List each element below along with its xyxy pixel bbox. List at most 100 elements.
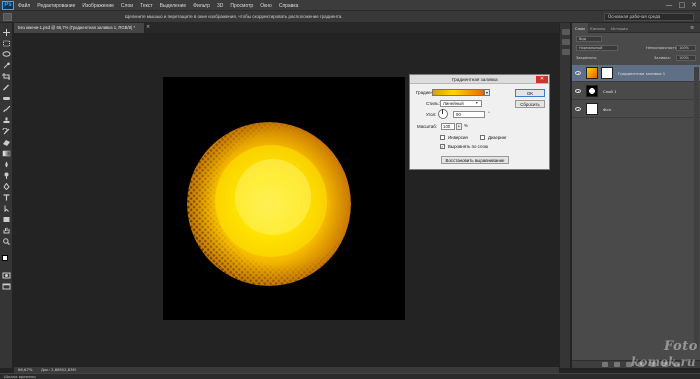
fill-input[interactable]: 100% (676, 55, 696, 61)
path-selection-tool-icon[interactable] (2, 205, 11, 212)
reverse-label: Инверсия (448, 135, 468, 140)
layers-scrollbar[interactable] (694, 67, 699, 347)
panel-tabs: Слои Каналы История ≡ (572, 23, 700, 33)
menu-layers[interactable]: Слои (121, 3, 133, 9)
watermark-text: Foto (664, 339, 698, 354)
dither-checkbox[interactable] (480, 135, 485, 140)
tools-panel (0, 23, 13, 368)
menu-help[interactable]: Справка (279, 3, 299, 9)
scale-input[interactable]: 100 (441, 123, 455, 130)
visibility-eye-icon[interactable] (575, 107, 581, 111)
align-with-layer-label: Выровнять по слою (448, 144, 489, 149)
panel-dock-strip (559, 23, 571, 368)
scale-unit: % (464, 123, 468, 128)
lasso-tool-icon[interactable] (2, 51, 11, 58)
opacity-input[interactable]: 100% (676, 45, 696, 51)
menu-image[interactable]: Изображение (82, 3, 114, 9)
tab-channels[interactable]: Каналы (587, 23, 608, 33)
layer-background[interactable]: Фон (572, 101, 700, 118)
opacity-label: Непрозрачность: (646, 46, 679, 50)
panel-menu-icon[interactable]: ≡ (690, 25, 694, 31)
menu-window[interactable]: Окно (260, 3, 272, 9)
quick-selection-tool-icon[interactable] (2, 62, 11, 69)
menu-view[interactable]: Просмотр (230, 3, 253, 9)
watermark-domain: komok.ru (631, 355, 696, 369)
dodge-tool-icon[interactable] (2, 172, 11, 179)
marquee-tool-icon[interactable] (2, 40, 11, 47)
reverse-checkbox[interactable] (440, 135, 445, 140)
document-canvas[interactable] (163, 77, 405, 320)
dialog-close-button[interactable]: ✕ (536, 76, 548, 83)
properties-panel-icon[interactable] (562, 39, 570, 45)
foreground-color-swatch[interactable] (2, 255, 8, 261)
gradient-picker-swatch[interactable] (432, 89, 484, 96)
zoom-tool-icon[interactable] (2, 238, 11, 245)
fill-label: Заливка: (654, 56, 671, 60)
zoom-level[interactable]: 66,67% (18, 367, 32, 372)
move-tool-icon[interactable] (2, 29, 11, 36)
menu-3d[interactable]: 3D (217, 3, 223, 9)
adjustments-panel-icon[interactable] (562, 49, 570, 55)
layer-filter-select[interactable]: Вид (576, 36, 602, 42)
document-tab[interactable]: Без имени-1.psd @ 66,7% (Градиентная зал… (14, 23, 145, 33)
layer-1-thumbnail (586, 85, 598, 97)
type-tool-icon[interactable] (2, 194, 11, 201)
gradient-tool-icon[interactable] (2, 150, 11, 157)
eyedropper-tool-icon[interactable] (2, 84, 11, 91)
layers-panel: Слои Каналы История ≡ Вид Нормальный Неп… (572, 23, 700, 368)
tab-layers[interactable]: Слои (572, 23, 588, 33)
gradient-dropdown-arrow[interactable]: ▾ (484, 89, 490, 96)
dialog-title: Градиентная заливка (452, 77, 498, 82)
maximize-button[interactable]: □ (679, 1, 686, 9)
background-thumbnail (586, 103, 598, 115)
link-layers-icon[interactable] (602, 362, 608, 367)
hand-tool-icon[interactable] (2, 227, 11, 234)
angle-input[interactable]: 90 (453, 111, 485, 118)
eraser-tool-icon[interactable] (2, 139, 11, 146)
quick-mask-icon[interactable] (2, 272, 11, 279)
align-with-layer-checkbox[interactable]: ✓ (440, 144, 445, 149)
visibility-eye-icon[interactable] (575, 71, 581, 75)
reset-button[interactable]: Сбросить (515, 100, 545, 108)
brush-tool-icon[interactable] (2, 106, 11, 113)
visibility-eye-icon[interactable] (575, 89, 581, 93)
scale-label: Масштаб: (417, 124, 438, 129)
dialog-titlebar[interactable]: Градиентная заливка ✕ (410, 75, 549, 84)
ok-button[interactable]: OK (515, 89, 545, 97)
layer-style-icon[interactable] (614, 362, 620, 367)
pen-tool-icon[interactable] (2, 183, 11, 190)
history-brush-tool-icon[interactable] (2, 128, 11, 135)
layer-gradient-fill[interactable]: Градиентная заливка 1 (572, 65, 700, 82)
blur-tool-icon[interactable] (2, 161, 11, 168)
scale-stepper[interactable]: ▸ (456, 123, 462, 130)
photoshop-logo: Ps (2, 1, 14, 10)
crop-tool-icon[interactable] (2, 73, 11, 80)
options-bar: Щелкните мышью и перетащите в окне изобр… (0, 11, 700, 23)
options-hint: Щелкните мышью и перетащите в окне изобр… (125, 14, 343, 19)
rectangle-tool-icon[interactable] (2, 216, 11, 223)
menu-file[interactable]: Файл (18, 3, 30, 9)
gradient-tool-preset-icon[interactable] (3, 13, 12, 21)
menu-edit[interactable]: Редактирование (37, 3, 75, 9)
history-panel-icon[interactable] (562, 29, 570, 35)
minimize-button[interactable]: — (666, 1, 673, 9)
menu-select[interactable]: Выделение (160, 3, 187, 9)
blend-mode-select[interactable]: Нормальный (576, 45, 618, 51)
clone-stamp-tool-icon[interactable] (2, 117, 11, 124)
close-document-icon[interactable]: × (146, 24, 150, 30)
menu-filter[interactable]: Фильтр (193, 3, 210, 9)
tab-history[interactable]: История (608, 23, 631, 33)
screen-mode-icon[interactable] (2, 283, 11, 290)
document-size: Док: 2,86M/2,83M (41, 367, 76, 372)
angle-dial[interactable] (438, 109, 448, 119)
layer-name: Градиентная заливка 1 (618, 71, 666, 76)
reset-alignment-button[interactable]: Восстановить выравнивание (441, 156, 509, 164)
layer-mask-thumbnail[interactable] (601, 67, 613, 79)
healing-brush-tool-icon[interactable] (2, 95, 11, 102)
close-window-button[interactable]: ✕ (691, 1, 697, 9)
layer-1[interactable]: Слой 1 (572, 83, 700, 100)
menu-type[interactable]: Текст (140, 3, 153, 9)
timeline-panel-tab[interactable]: Шкала времени (0, 373, 700, 379)
workspace-select[interactable]: Основная рабочая среда (604, 13, 694, 21)
menu-bar: Ps Файл Редактирование Изображение Слои … (0, 0, 700, 11)
